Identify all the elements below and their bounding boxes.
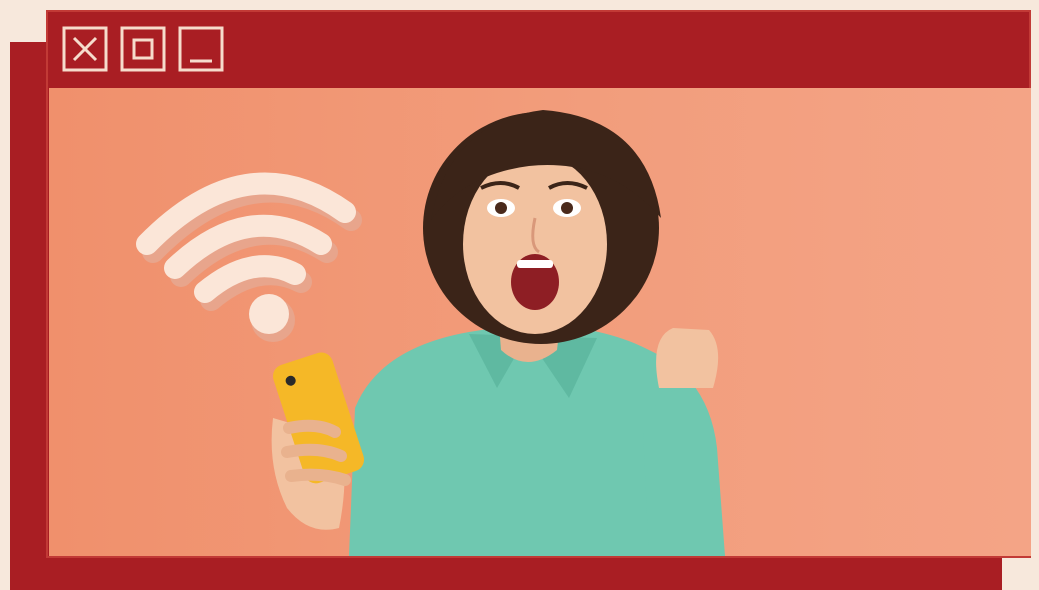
woman-figure	[271, 110, 725, 556]
photo-excited-woman-with-phone	[136, 110, 725, 556]
maximize-icon[interactable]	[120, 26, 166, 72]
minimize-icon[interactable]	[178, 26, 224, 72]
window-controls	[62, 26, 224, 72]
close-icon[interactable]	[62, 26, 108, 72]
window-content	[49, 88, 1031, 556]
wifi-icon	[136, 172, 362, 342]
